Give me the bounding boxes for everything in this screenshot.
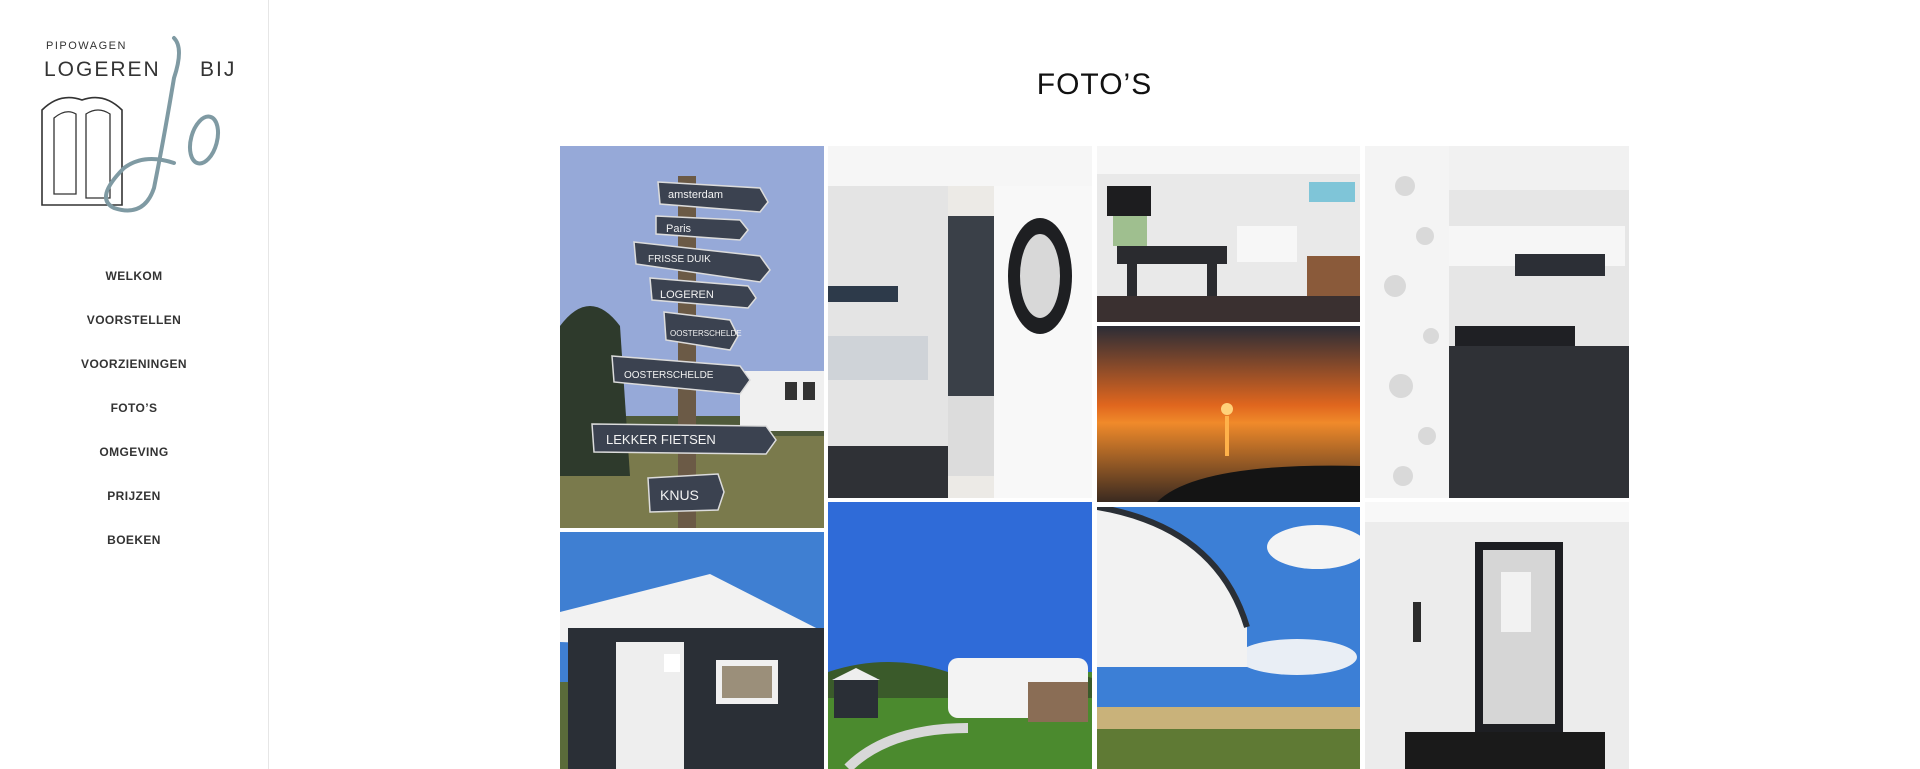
nav-item-welkom: WELKOM — [0, 268, 268, 312]
nav-link[interactable]: VOORSTELLEN — [87, 313, 181, 327]
nav-link[interactable]: OMGEVING — [99, 445, 168, 459]
gallery-photo-wagon-garden[interactable] — [828, 502, 1092, 769]
gallery-photo-shed[interactable] — [560, 532, 824, 769]
nav-link[interactable]: BOEKEN — [107, 533, 161, 547]
sidebar: PIPOWAGEN LOGEREN BIJ WELKOM VOORSTELLEN… — [0, 0, 269, 769]
nav-link[interactable]: PRIJZEN — [107, 489, 160, 503]
nav-item-boeken: BOEKEN — [0, 532, 268, 576]
nav-item-fotos: FOTO’S — [0, 400, 268, 444]
nav-link[interactable]: WELKOM — [105, 269, 162, 283]
site-logo[interactable]: PIPOWAGEN LOGEREN BIJ — [34, 30, 240, 220]
sign-text: amsterdam — [668, 189, 723, 201]
sign-text: LOGEREN — [660, 289, 714, 301]
gallery-photo-roof-field[interactable] — [1097, 507, 1360, 769]
sign-text: Paris — [666, 223, 692, 235]
logo-drawing-icon — [41, 36, 221, 213]
gallery-photo-sunset[interactable] — [1097, 326, 1360, 502]
page-title: FOTO’S — [1036, 68, 1153, 101]
gallery-photo-bunkbeds[interactable] — [828, 146, 1092, 498]
sign-text: OOSTERSCHELDE — [670, 329, 742, 338]
nav-item-voorstellen: VOORSTELLEN — [0, 312, 268, 356]
sign-text: LEKKER FIETSEN — [606, 432, 716, 447]
sign-text: KNUS — [660, 487, 699, 503]
main-content: FOTO’S amsterdam Paris FRISSE DUIK LOGER… — [269, 0, 1920, 769]
gallery-photo-interior-curtain[interactable] — [1365, 146, 1629, 498]
nav-item-prijzen: PRIJZEN — [0, 488, 268, 532]
nav-link[interactable]: VOORZIENINGEN — [81, 357, 187, 371]
main-nav: WELKOM VOORSTELLEN VOORZIENINGEN FOTO’S … — [0, 268, 268, 576]
nav-item-omgeving: OMGEVING — [0, 444, 268, 488]
gallery-photo-interior-table[interactable] — [1097, 146, 1360, 322]
nav-item-voorzieningen: VOORZIENINGEN — [0, 356, 268, 400]
gallery-photo-signpost[interactable]: amsterdam Paris FRISSE DUIK LOGEREN OOST… — [560, 146, 824, 528]
nav-link[interactable]: FOTO’S — [111, 401, 158, 415]
sign-text: OOSTERSCHELDE — [624, 370, 714, 381]
sign-text: FRISSE DUIK — [648, 254, 711, 265]
gallery-photo-bathroom-mirror[interactable] — [1365, 502, 1629, 769]
